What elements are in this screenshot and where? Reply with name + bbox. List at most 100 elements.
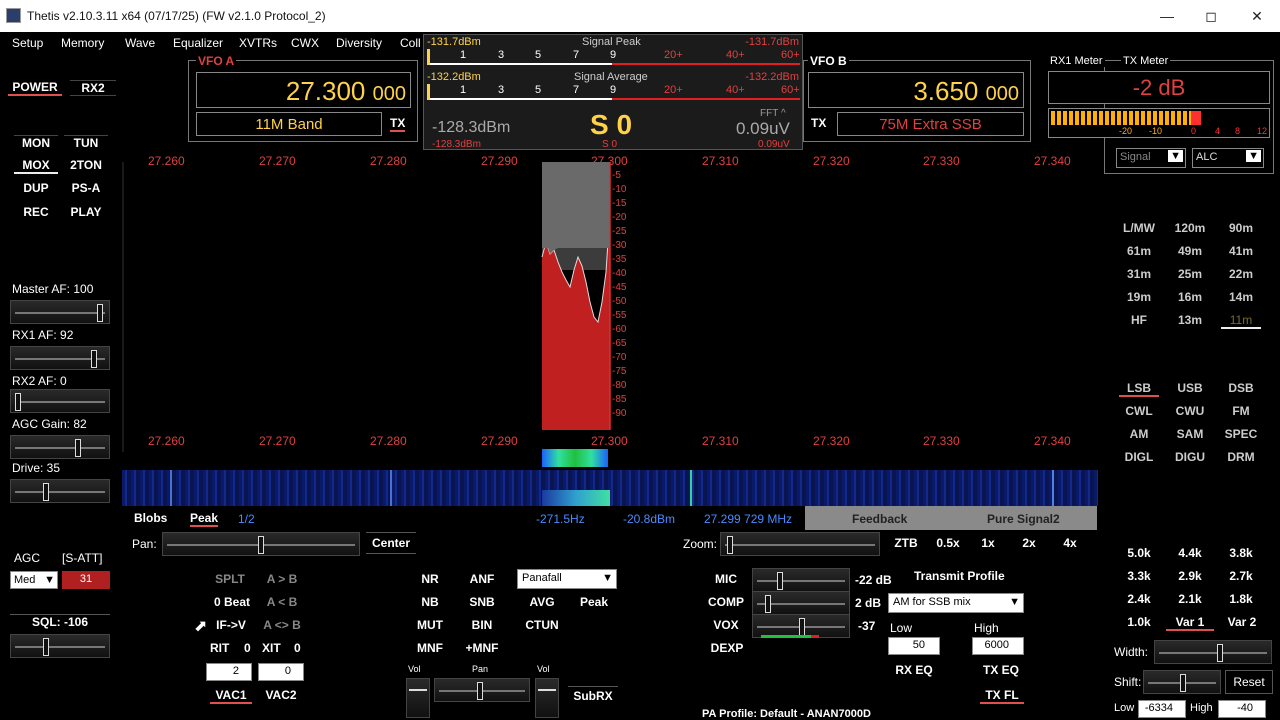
menu-cwx[interactable]: CWX	[291, 36, 319, 50]
filter-button[interactable]: 2.7k	[1221, 569, 1261, 583]
menu-equalizer[interactable]: Equalizer	[173, 36, 223, 50]
filter-button[interactable]: 2.4k	[1119, 592, 1159, 606]
pan-slider[interactable]	[162, 532, 360, 556]
b-to-a-button[interactable]: A < B	[258, 595, 306, 609]
vfo-a-display[interactable]: 27.300 000	[196, 72, 411, 108]
filter-button[interactable]: 3.8k	[1221, 546, 1261, 560]
center-button[interactable]: Center	[366, 532, 416, 554]
vox-slider[interactable]	[752, 614, 850, 638]
band-button[interactable]: 13m	[1170, 313, 1210, 327]
band-button[interactable]: 41m	[1221, 244, 1261, 258]
zoom-05x-button[interactable]: 0.5x	[930, 536, 966, 550]
drive-slider[interactable]	[10, 479, 110, 503]
rx1-af-slider[interactable]	[10, 346, 110, 370]
tx-meter-select[interactable]: ALC ▼	[1192, 148, 1264, 168]
page-indicator[interactable]: 1/2	[238, 512, 255, 526]
a-swap-b-button[interactable]: A <> B	[258, 618, 306, 632]
mode-button[interactable]: FM	[1221, 404, 1261, 418]
power-button[interactable]: POWER	[8, 80, 62, 96]
mode-button[interactable]: AM	[1119, 427, 1159, 441]
mic-button[interactable]: MIC	[706, 572, 746, 586]
dexp-button[interactable]: DEXP	[706, 641, 748, 655]
mode-button[interactable]: DSB	[1221, 381, 1261, 395]
display-mode-select[interactable]: Panafall ▼	[517, 569, 617, 589]
shift-slider[interactable]	[1143, 670, 1221, 694]
peak-display-button[interactable]: Peak	[190, 511, 219, 527]
avg-button[interactable]: AVG	[520, 595, 564, 609]
psa-button[interactable]: PS-A	[64, 181, 108, 195]
2ton-button[interactable]: 2TON	[64, 158, 108, 172]
sql-slider[interactable]	[10, 634, 110, 658]
filter-var2-button[interactable]: Var 2	[1219, 615, 1265, 629]
zoom-2x-button[interactable]: 2x	[1011, 536, 1047, 550]
nb-button[interactable]: NB	[408, 595, 452, 609]
satt-spinner[interactable]: 31	[62, 571, 110, 589]
maximize-icon[interactable]: ◻	[1188, 0, 1234, 32]
band-button[interactable]: 22m	[1221, 267, 1261, 281]
tx-low-spinner[interactable]: 50	[888, 637, 940, 655]
mode-button[interactable]: SAM	[1170, 427, 1210, 441]
peak-button[interactable]: Peak	[572, 595, 616, 609]
comp-button[interactable]: COMP	[706, 595, 746, 609]
tun-button[interactable]: TUN	[64, 135, 108, 150]
anf-button[interactable]: ANF	[460, 572, 504, 586]
filter-button[interactable]: 2.1k	[1170, 592, 1210, 606]
band-button[interactable]: 120m	[1170, 221, 1210, 235]
rx-meter-select[interactable]: Signal ▼	[1116, 148, 1186, 168]
xit-step-spinner[interactable]: 0	[258, 663, 304, 681]
zero-beat-button[interactable]: 0 Beat	[206, 595, 258, 609]
ztb-button[interactable]: ZTB	[888, 536, 924, 550]
agc-select[interactable]: Med ▼	[10, 571, 58, 589]
filter-button[interactable]: 3.3k	[1119, 569, 1159, 583]
mox-button[interactable]: MOX	[14, 158, 58, 174]
rit-step-spinner[interactable]: 2	[206, 663, 252, 681]
mode-button[interactable]: DIGL	[1119, 450, 1159, 464]
ctun-button[interactable]: CTUN	[520, 618, 564, 632]
vac1-button[interactable]: VAC1	[210, 688, 252, 704]
close-icon[interactable]: ✕	[1234, 0, 1280, 32]
mon-button[interactable]: MON	[14, 135, 58, 150]
band-button[interactable]: 14m	[1221, 290, 1261, 304]
mode-button[interactable]: USB	[1170, 381, 1210, 395]
shift-reset-button[interactable]: Reset	[1225, 670, 1273, 694]
plus-mnf-button[interactable]: +MNF	[460, 641, 504, 655]
band-button[interactable]: 16m	[1170, 290, 1210, 304]
master-af-slider[interactable]	[10, 300, 110, 324]
band-button[interactable]: 61m	[1119, 244, 1159, 258]
band-button[interactable]: HF	[1119, 313, 1159, 327]
mode-button[interactable]: DIGU	[1170, 450, 1210, 464]
rx2-af-slider[interactable]	[10, 389, 110, 413]
nr-button[interactable]: NR	[408, 572, 452, 586]
panadapter-display[interactable]	[122, 162, 1098, 452]
filter-var1-button[interactable]: Var 1	[1166, 615, 1214, 631]
xit-button[interactable]: XIT	[262, 641, 281, 655]
play-button[interactable]: PLAY	[64, 205, 108, 219]
band-button[interactable]: 19m	[1119, 290, 1159, 304]
tx-fl-button[interactable]: TX FL	[980, 688, 1024, 704]
mode-button[interactable]: CWL	[1119, 404, 1159, 418]
subrx-vol2-slider[interactable]	[535, 678, 559, 718]
vfo-a-tx-button[interactable]: TX	[390, 116, 406, 132]
mic-slider[interactable]	[752, 568, 850, 592]
menu-diversity[interactable]: Diversity	[336, 36, 382, 50]
mnf-button[interactable]: MNF	[408, 641, 452, 655]
transmit-profile-select[interactable]: AM for SSB mix ▼	[888, 593, 1024, 613]
mute-button[interactable]: MUT	[408, 618, 452, 632]
vfo-b-display[interactable]: 3.650 000	[808, 72, 1024, 108]
rit-button[interactable]: RIT	[210, 641, 229, 655]
snb-button[interactable]: SNB	[460, 595, 504, 609]
tx-high-spinner[interactable]: 6000	[972, 637, 1024, 655]
waterfall-display[interactable]	[122, 470, 1098, 506]
rx2-button[interactable]: RX2	[70, 80, 116, 96]
rx-eq-button[interactable]: RX EQ	[890, 663, 938, 677]
filter-low-spinner[interactable]: -6334	[1138, 700, 1186, 718]
band-button[interactable]: L/MW	[1119, 221, 1159, 235]
mode-button[interactable]: SPEC	[1221, 427, 1261, 441]
split-button[interactable]: SPLT	[206, 572, 254, 586]
filter-button[interactable]: 1.0k	[1119, 615, 1159, 629]
menu-setup[interactable]: Setup	[12, 36, 43, 50]
tx-eq-button[interactable]: TX EQ	[976, 663, 1026, 677]
mode-button[interactable]: CWU	[1170, 404, 1210, 418]
filter-button[interactable]: 1.8k	[1221, 592, 1261, 606]
band-button[interactable]: 25m	[1170, 267, 1210, 281]
